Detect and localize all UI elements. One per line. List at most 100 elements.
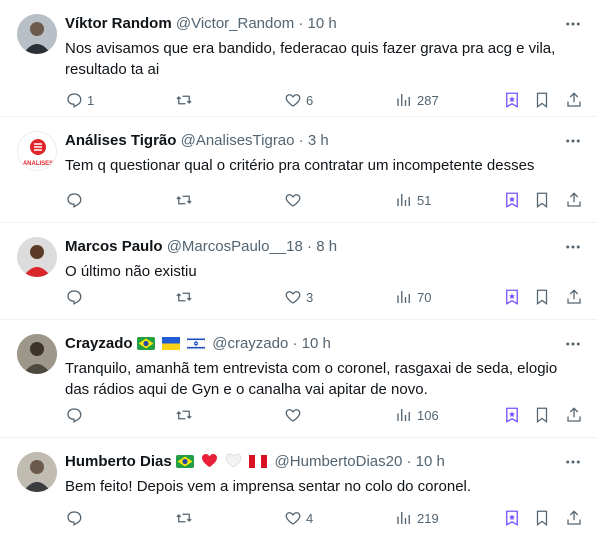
user-handle[interactable]: @crayzado xyxy=(212,335,288,352)
tweet-3[interactable]: Marcos Paulo @MarcosPaulo__18 · 8 h O úl… xyxy=(0,223,597,320)
white-heart-icon xyxy=(225,453,242,468)
user-name[interactable]: Análises Tigrão xyxy=(65,132,176,149)
grok-button[interactable] xyxy=(503,190,521,210)
reply-button[interactable] xyxy=(65,190,87,210)
user-name[interactable]: Crayzado xyxy=(65,335,133,352)
reply-icon xyxy=(67,511,82,526)
view-count: 51 xyxy=(417,192,432,208)
like-button[interactable]: 6 xyxy=(284,90,313,110)
grok-icon xyxy=(506,510,518,526)
like-count: 4 xyxy=(306,510,314,526)
retweet-button[interactable] xyxy=(175,90,197,110)
retweet-icon xyxy=(176,95,192,105)
views-button[interactable]: 70 xyxy=(395,287,431,307)
ukraine-flag-icon xyxy=(161,337,180,350)
views-button[interactable]: 219 xyxy=(395,508,439,528)
bookmark-icon xyxy=(536,92,548,109)
share-button[interactable] xyxy=(565,190,583,210)
bookmark-button[interactable] xyxy=(533,508,551,528)
share-button[interactable] xyxy=(565,287,583,307)
user-handle[interactable]: @AnalisesTigrao xyxy=(181,132,295,149)
tweet-1[interactable]: Víktor Random @Victor_Random · 10 h Nos … xyxy=(0,0,597,117)
bookmark-button[interactable] xyxy=(533,90,551,110)
separator: · xyxy=(298,15,304,32)
grok-button[interactable] xyxy=(503,405,521,425)
more-icon[interactable] xyxy=(563,452,583,472)
avatar[interactable]: ANALISES xyxy=(17,131,57,171)
heart-icon xyxy=(285,409,301,422)
bookmark-button[interactable] xyxy=(533,190,551,210)
israel-flag-icon xyxy=(187,337,206,350)
more-icon[interactable] xyxy=(563,14,583,34)
user-name[interactable]: Humberto Dias xyxy=(65,453,172,470)
like-count: 3 xyxy=(306,289,314,305)
timestamp[interactable]: 3 h xyxy=(308,132,329,149)
bookmark-button[interactable] xyxy=(533,405,551,425)
views-icon xyxy=(397,409,410,421)
bookmark-button[interactable] xyxy=(533,287,551,307)
grok-button[interactable] xyxy=(503,287,521,307)
views-button[interactable]: 106 xyxy=(395,405,439,425)
avatar[interactable] xyxy=(17,452,57,492)
retweet-button[interactable] xyxy=(175,190,197,210)
grok-button[interactable] xyxy=(503,508,521,528)
views-button[interactable]: 51 xyxy=(395,190,431,210)
like-button[interactable] xyxy=(284,405,306,425)
grok-icon xyxy=(506,92,518,108)
tweet-header: Humberto Dias @HumbertoDias20 · 10 h xyxy=(65,452,557,472)
share-icon xyxy=(567,192,581,207)
views-button[interactable]: 287 xyxy=(395,90,439,110)
grok-button[interactable] xyxy=(503,90,521,110)
tweet-5[interactable]: Humberto Dias @HumbertoDias20 · 10 h Bem… xyxy=(0,438,597,542)
heart-icon xyxy=(285,512,301,525)
more-icon[interactable] xyxy=(563,131,583,151)
more-icon[interactable] xyxy=(563,334,583,354)
timestamp[interactable]: 10 h xyxy=(308,15,337,32)
tweet-text: O último não existiu xyxy=(65,263,197,280)
brazil-flag-icon xyxy=(136,337,155,350)
avatar[interactable] xyxy=(17,14,57,54)
heart-icon xyxy=(285,194,301,207)
tweet-header: Análises Tigrão @AnalisesTigrao · 3 h xyxy=(65,131,557,151)
user-handle[interactable]: @HumbertoDias20 xyxy=(275,453,403,470)
share-button[interactable] xyxy=(565,508,583,528)
view-count: 287 xyxy=(417,92,439,108)
reply-button[interactable] xyxy=(65,508,87,528)
like-button[interactable]: 3 xyxy=(284,287,313,307)
share-button[interactable] xyxy=(565,405,583,425)
separator: · xyxy=(307,238,313,255)
bookmark-icon xyxy=(536,510,548,527)
user-name[interactable]: Marcos Paulo xyxy=(65,238,163,255)
share-icon xyxy=(567,92,581,107)
grok-icon xyxy=(506,289,518,305)
avatar[interactable] xyxy=(17,334,57,374)
reply-button[interactable] xyxy=(65,405,87,425)
views-icon xyxy=(397,512,410,524)
heart-icon xyxy=(285,94,301,107)
avatar[interactable] xyxy=(17,237,57,277)
share-icon xyxy=(567,510,581,525)
reply-button[interactable]: 1 xyxy=(65,90,94,110)
separator: · xyxy=(406,453,412,470)
reply-button[interactable] xyxy=(65,287,87,307)
more-icon[interactable] xyxy=(563,237,583,257)
timestamp[interactable]: 8 h xyxy=(316,238,337,255)
retweet-button[interactable] xyxy=(175,405,197,425)
like-button[interactable] xyxy=(284,190,306,210)
tweet-4[interactable]: Crayzado @crayzado · 10 h Tranquilo, ama… xyxy=(0,320,597,438)
like-count: 6 xyxy=(306,92,314,108)
retweet-icon xyxy=(176,513,192,523)
tweet-text: Tem q questionar qual o critério pra con… xyxy=(65,157,535,174)
retweet-button[interactable] xyxy=(175,287,197,307)
user-handle[interactable]: @Victor_Random xyxy=(176,15,294,32)
tweet-actions: 106 xyxy=(65,405,583,425)
user-name[interactable]: Víktor Random xyxy=(65,15,172,32)
share-button[interactable] xyxy=(565,90,583,110)
timestamp[interactable]: 10 h xyxy=(416,453,445,470)
retweet-button[interactable] xyxy=(175,508,197,528)
user-handle[interactable]: @MarcosPaulo__18 xyxy=(167,238,303,255)
timestamp[interactable]: 10 h xyxy=(302,335,331,352)
view-count: 219 xyxy=(417,510,439,526)
tweet-2[interactable]: ANALISES Análises Tigrão @AnalisesTigrao… xyxy=(0,117,597,223)
like-button[interactable]: 4 xyxy=(284,508,313,528)
